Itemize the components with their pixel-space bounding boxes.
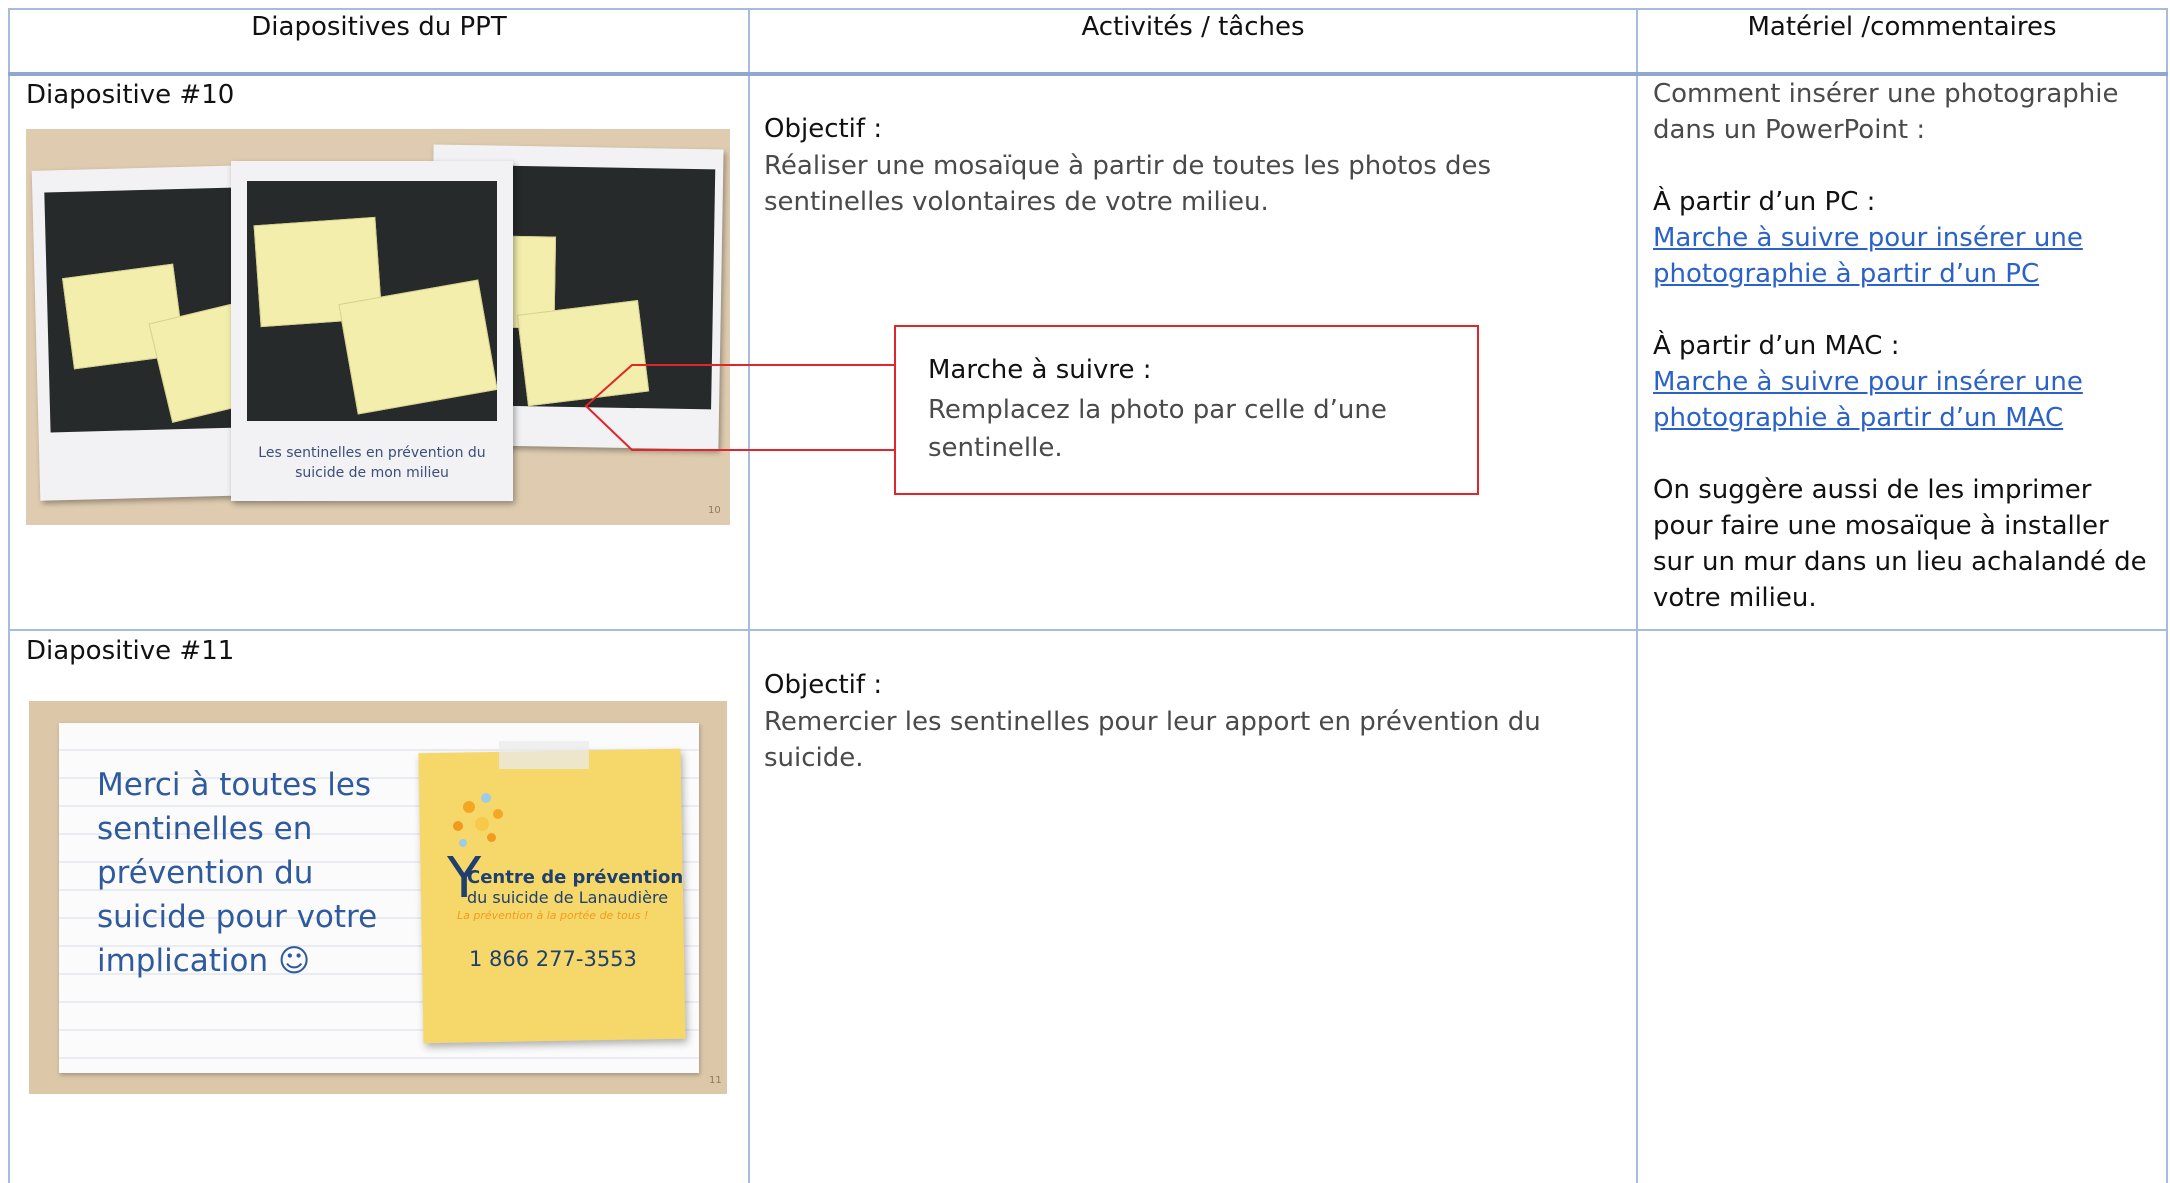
objective-text-10: Réaliser une mosaïque à partir de toutes… — [764, 151, 1492, 217]
org-name-line-1: Centre de prévention — [467, 867, 684, 888]
slide-10-number: 10 — [708, 505, 721, 516]
slide-10-label: Diapositive #10 — [26, 80, 235, 110]
header-slides: Diapositives du PPT — [251, 12, 507, 42]
photo-front — [247, 181, 497, 421]
slide-11-number: 11 — [709, 1075, 722, 1086]
column-divider-2 — [1636, 8, 1638, 1183]
logo-dot — [463, 801, 475, 813]
slide-10-caption: Les sentinelles en prévention du suicide… — [258, 445, 486, 481]
callout-pointer — [584, 364, 896, 451]
header-activities: Activités / tâches — [1081, 12, 1305, 42]
slide-11-thanks: Merci à toutes les sentinelles en préven… — [97, 767, 378, 979]
slide-10-thumbnail: Les sentinelles en prévention du suicide… — [26, 129, 730, 525]
slide-11-label: Diapositive #11 — [26, 636, 235, 666]
material-note: On suggère aussi de les imprimer pour fa… — [1653, 475, 2147, 613]
org-phone: 1 866 277-3553 — [469, 947, 637, 971]
row-separator — [8, 629, 2168, 631]
objective-text-11: Remercier les sentinelles pour leur appo… — [764, 707, 1541, 773]
mac-instructions-link[interactable]: Marche à suivre pour insérer une photogr… — [1653, 364, 2133, 436]
logo-dot — [475, 817, 489, 831]
column-divider-1 — [748, 8, 750, 1183]
org-tagline: La prévention à la portée de tous ! — [457, 909, 649, 922]
activity-table: Diapositives du PPT Activités / tâches M… — [0, 0, 2170, 1183]
table-border-left — [8, 8, 10, 1183]
pc-instructions-link[interactable]: Marche à suivre pour insérer une photogr… — [1653, 220, 2133, 292]
polaroid-front: Les sentinelles en prévention du suicide… — [231, 161, 513, 501]
objective-label-10: Objectif : — [764, 114, 883, 144]
material-intro: Comment insérer une photographie dans un… — [1653, 79, 2119, 145]
objective-label-11: Objectif : — [764, 670, 883, 700]
sticky-note — [338, 279, 497, 415]
instructions-callout: Marche à suivre : Remplacez la photo par… — [894, 325, 1479, 495]
mac-heading: À partir d’un MAC : — [1653, 331, 1900, 361]
callout-title: Marche à suivre : — [928, 355, 1152, 385]
logo-dot — [487, 833, 496, 842]
tape-strip — [499, 741, 589, 769]
logo-dot — [493, 809, 503, 819]
pc-link-wrapper: Marche à suivre pour insérer une photogr… — [1653, 220, 2133, 292]
pc-heading: À partir d’un PC : — [1653, 187, 1876, 217]
logo-dot — [453, 821, 463, 831]
header-material: Matériel /commentaires — [1747, 12, 2057, 42]
logo-dot — [481, 793, 491, 803]
callout-text: Remplacez la photo par celle d’une senti… — [928, 395, 1387, 463]
org-name-line-2: du suicide de Lanaudière — [467, 888, 669, 907]
slide-11-thumbnail: Merci à toutes les sentinelles en préven… — [29, 701, 727, 1094]
table-border-right — [2166, 8, 2168, 1183]
mac-link-wrapper: Marche à suivre pour insérer une photogr… — [1653, 364, 2133, 436]
